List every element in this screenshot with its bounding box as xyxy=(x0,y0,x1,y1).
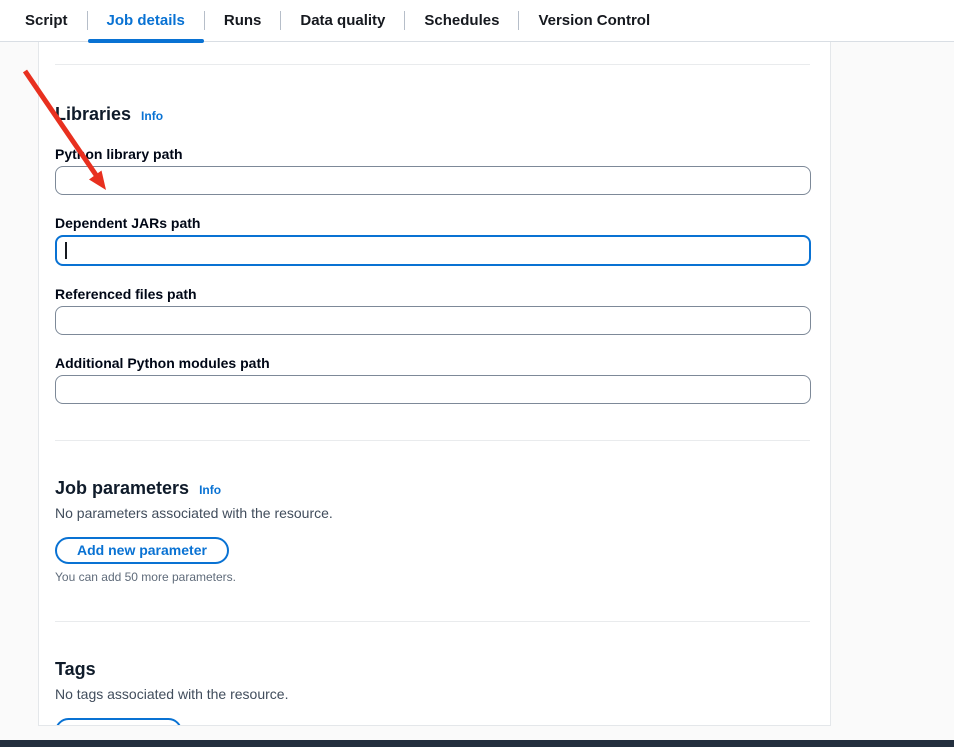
job-parameters-heading: Job parameters xyxy=(55,477,189,500)
job-parameters-helper-text: You can add 50 more parameters. xyxy=(55,570,810,585)
tab-script-label: Script xyxy=(25,12,68,29)
text-cursor xyxy=(65,242,67,259)
tags-section: Tags No tags associated with the resourc… xyxy=(55,658,810,726)
libraries-info-link[interactable]: Info xyxy=(141,109,163,123)
tab-data-quality[interactable]: Data quality xyxy=(281,0,404,42)
section-divider xyxy=(55,621,810,622)
tab-runs[interactable]: Runs xyxy=(205,0,281,42)
additional-python-modules-path-label: Additional Python modules path xyxy=(55,353,810,373)
tags-empty-text: No tags associated with the resource. xyxy=(55,684,810,704)
tags-heading: Tags xyxy=(55,658,96,681)
add-new-parameter-button[interactable]: Add new parameter xyxy=(55,537,229,564)
additional-python-modules-path-input[interactable] xyxy=(55,375,811,404)
add-new-tag-button[interactable]: Add new tag xyxy=(55,718,182,726)
tab-runs-label: Runs xyxy=(224,12,262,29)
bottom-strip xyxy=(0,726,954,740)
python-library-path-label: Python library path xyxy=(55,144,810,164)
tab-schedules[interactable]: Schedules xyxy=(405,0,518,42)
libraries-section: Libraries Info Python library path Depen… xyxy=(55,103,810,404)
tab-job-details-label: Job details xyxy=(107,12,185,29)
libraries-heading: Libraries xyxy=(55,103,131,126)
content-area: Libraries Info Python library path Depen… xyxy=(0,42,954,726)
job-details-panel: Libraries Info Python library path Depen… xyxy=(38,42,831,726)
tab-schedules-label: Schedules xyxy=(424,12,499,29)
dependent-jars-path-label: Dependent JARs path xyxy=(55,213,810,233)
referenced-files-path-input[interactable] xyxy=(55,306,811,335)
job-parameters-info-link[interactable]: Info xyxy=(199,483,221,497)
section-divider xyxy=(55,440,810,441)
tab-version-control-label: Version Control xyxy=(538,12,650,29)
job-parameters-empty-text: No parameters associated with the resour… xyxy=(55,503,810,523)
bottom-margin xyxy=(0,747,954,753)
section-divider xyxy=(55,64,810,65)
referenced-files-path-label: Referenced files path xyxy=(55,284,810,304)
tab-bar: Script Job details Runs Data quality Sch… xyxy=(0,0,954,42)
tab-job-details[interactable]: Job details xyxy=(88,0,204,42)
tab-script[interactable]: Script xyxy=(6,0,87,42)
console-footer-bar xyxy=(0,740,954,747)
dependent-jars-path-input[interactable] xyxy=(55,235,811,266)
tab-data-quality-label: Data quality xyxy=(300,12,385,29)
tab-version-control[interactable]: Version Control xyxy=(519,0,669,42)
python-library-path-input[interactable] xyxy=(55,166,811,195)
job-parameters-section: Job parameters Info No parameters associ… xyxy=(55,477,810,585)
